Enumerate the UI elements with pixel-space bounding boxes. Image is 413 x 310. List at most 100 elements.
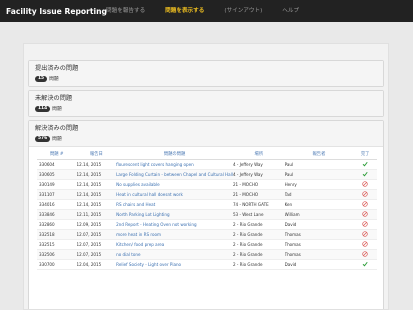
table-header-row: 問題 # 報告日 問題の問題 場所 報告者 完了 <box>37 150 377 160</box>
issue-title-link[interactable]: 2nd Report - Heating Oven not working <box>116 222 196 227</box>
table-row[interactable]: 330605 12.14, 2015 Large Folding Curtain -… <box>37 169 377 180</box>
nav-sign-out[interactable]: (サインアウト) <box>214 0 272 22</box>
submitted-count-label: 問題 <box>49 77 59 82</box>
issue-location: 21 - MOCHO <box>232 179 285 190</box>
no-entry-icon <box>362 251 368 257</box>
issue-location: 4 - Jeffery Way <box>232 169 285 180</box>
issue-date: 12.14, 2015 <box>76 169 117 180</box>
issue-date: 12.14, 2015 <box>76 179 117 190</box>
issue-title-cell: 2nd Report - Heating Oven not working <box>116 219 233 230</box>
issue-title-cell: flourescent light covers hanging open <box>116 159 233 170</box>
issue-number: 332515 <box>37 239 77 250</box>
unresolved-issues-panel[interactable]: 未解決の問題 114 問題 <box>28 90 384 117</box>
issue-date: 12.04, 2015 <box>76 259 117 270</box>
issue-status-cell <box>353 179 377 190</box>
issue-reporter: William <box>284 209 354 220</box>
issue-date: 12.14, 2015 <box>76 199 117 210</box>
issue-date: 12.14, 2015 <box>76 159 117 170</box>
issue-reporter: Paul <box>284 169 354 180</box>
submitted-issues-title: 提出済みの問題 <box>35 65 79 72</box>
issue-title-cell: no dial tone <box>116 249 233 260</box>
table-row[interactable]: 332518 12.07, 2015 more heat in RS room 2 -… <box>37 229 377 240</box>
issue-date: 12.09, 2015 <box>76 219 117 230</box>
unresolved-count-badge: 114 <box>35 105 51 112</box>
issue-location: 53 - West Lane <box>232 209 285 220</box>
issue-reporter: Thomas <box>284 239 354 250</box>
issue-status-cell <box>353 259 377 270</box>
issue-reporter: Ken <box>284 199 354 210</box>
submitted-count-badge: 15 <box>35 75 48 82</box>
issue-title-link[interactable]: no dial tone <box>116 252 140 257</box>
table-row[interactable]: 331107 12.14, 2015 Heat in cultural hall d… <box>37 189 377 200</box>
issue-number: 332518 <box>37 229 77 240</box>
issue-title-link[interactable]: No supplies available <box>116 182 160 187</box>
no-entry-icon <box>362 211 368 217</box>
submitted-issues-panel[interactable]: 提出済みの問題 15 問題 <box>28 60 384 87</box>
check-icon <box>362 161 368 167</box>
issue-title-link[interactable]: Relief Society - Light over Piano <box>116 262 181 267</box>
check-icon <box>362 261 368 267</box>
table-row[interactable]: 332860 12.09, 2015 2nd Report - Heating Ov… <box>37 219 377 230</box>
nav-view-issues[interactable]: 問題を表示する <box>155 0 214 22</box>
issue-reporter: Henry <box>284 179 354 190</box>
table-row[interactable]: 330149 12.14, 2015 No supplies available 21… <box>37 179 377 190</box>
issue-title-cell: Large Folding Curtain - between Chapel a… <box>116 169 233 180</box>
table-row[interactable]: 330604 12.14, 2015 flourescent light cover… <box>37 159 377 170</box>
issue-reporter: Thomas <box>284 229 354 240</box>
nav-help[interactable]: ヘルプ <box>272 0 309 22</box>
issue-title-link[interactable]: RS chairs and Heat <box>116 202 155 207</box>
no-entry-icon <box>362 191 368 197</box>
table-row[interactable]: 332506 12.07, 2015 no dial tone 2 - Rio Gra… <box>37 249 377 260</box>
col-report-date[interactable]: 報告日 <box>76 150 117 160</box>
table-row[interactable]: 333846 12.11, 2015 North Parking Lot Light… <box>37 209 377 220</box>
col-reporter[interactable]: 報告者 <box>284 150 354 160</box>
table-row[interactable]: 332515 12.07, 2015 Kitchen/ food prep area… <box>37 239 377 250</box>
col-issue-title[interactable]: 問題の問題 <box>116 150 233 160</box>
table-row[interactable]: 330700 12.04, 2015 Relief Society - Light … <box>37 259 377 270</box>
issue-location: 2 - Rio Grande <box>232 219 285 230</box>
no-entry-icon <box>362 201 368 207</box>
issue-location: 2 - Rio Grande <box>232 259 285 270</box>
issue-location: 2 - Rio Grande <box>232 239 285 250</box>
unresolved-issues-header[interactable]: 未解決の問題 114 問題 <box>29 91 383 116</box>
issue-reporter: Paul <box>284 159 354 170</box>
col-completed[interactable]: 完了 <box>353 150 377 160</box>
issue-title-link[interactable]: North Parking Lot Lighting <box>116 212 169 217</box>
issue-status-cell <box>353 169 377 180</box>
issue-title-link[interactable]: Kitchen/ food prep area <box>116 242 164 247</box>
issue-title-cell: Heat in cultural hall doesnt work <box>116 189 233 200</box>
issue-number: 333846 <box>37 209 77 220</box>
no-entry-icon <box>362 231 368 237</box>
issue-reporter: Thomas <box>284 249 354 260</box>
issue-reporter: David <box>284 259 354 270</box>
resolved-issues-table: 問題 # 報告日 問題の問題 場所 報告者 完了 330604 12.14, 20… <box>37 150 377 270</box>
issue-status-cell <box>353 159 377 170</box>
unresolved-count-label: 問題 <box>52 107 62 112</box>
issue-date: 12.14, 2015 <box>76 189 117 200</box>
resolved-issues-header[interactable]: 解決済みの問題 576 問題 <box>29 121 383 147</box>
issue-reporter: Tad <box>284 189 354 200</box>
issue-status-cell <box>353 239 377 250</box>
issue-title-cell: Relief Society - Light over Piano <box>116 259 233 270</box>
issue-number: 334016 <box>37 199 77 210</box>
issue-location: 2 - Rio Grande <box>232 229 285 240</box>
issue-reporter: David <box>284 219 354 230</box>
issue-number: 332860 <box>37 219 77 230</box>
no-entry-icon <box>362 181 368 187</box>
col-location[interactable]: 場所 <box>232 150 285 160</box>
nav-report-issue[interactable]: 問題を報告する <box>96 0 155 22</box>
issue-status-cell <box>353 219 377 230</box>
issue-title-link[interactable]: flourescent light covers hanging open <box>116 162 194 167</box>
col-issue-number[interactable]: 問題 # <box>37 150 77 160</box>
issue-title-cell: North Parking Lot Lighting <box>116 209 233 220</box>
issue-location: 74 - NORTH GATE <box>232 199 285 210</box>
table-row[interactable]: 334016 12.14, 2015 RS chairs and Heat 74 - … <box>37 199 377 210</box>
issue-title-link[interactable]: Large Folding Curtain - between Chapel a… <box>116 172 233 177</box>
issue-title-cell: Kitchen/ food prep area <box>116 239 233 250</box>
issue-title-link[interactable]: more heat in RS room <box>116 232 161 237</box>
app-brand[interactable]: Facility Issue Reporting <box>0 7 107 16</box>
submitted-issues-header[interactable]: 提出済みの問題 15 問題 <box>29 61 383 86</box>
issue-number: 330149 <box>37 179 77 190</box>
check-icon <box>362 171 368 177</box>
issue-title-link[interactable]: Heat in cultural hall doesnt work <box>116 192 183 197</box>
